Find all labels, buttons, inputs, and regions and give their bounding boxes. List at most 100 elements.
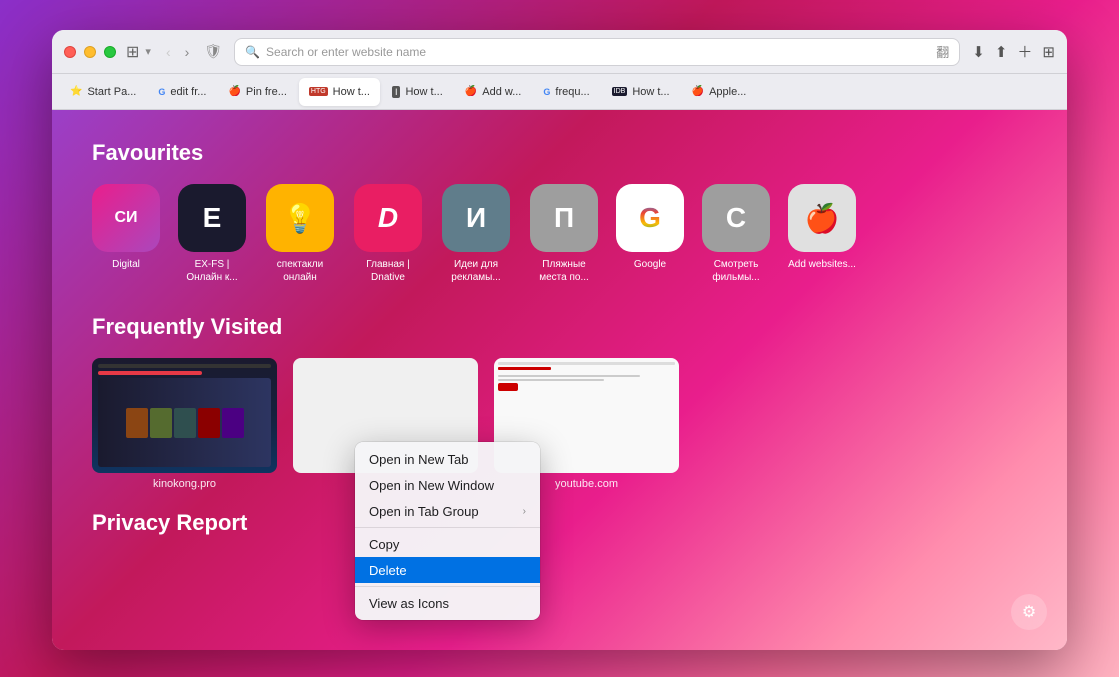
fav-label: Google — [634, 258, 666, 271]
tab-favicon: G — [543, 87, 550, 97]
frequently-section: Frequently Visited — [92, 314, 1027, 490]
fav-label: Add websites... — [788, 258, 856, 271]
fav-icon: 🍎 — [788, 184, 856, 252]
address-bar-placeholder: Search or enter website name — [266, 45, 930, 59]
search-icon: 🔍 — [245, 45, 260, 59]
menu-item-delete[interactable]: Delete — [355, 557, 540, 583]
download-icon[interactable]: ⬇ — [972, 43, 985, 61]
tab-favicon: 🍎 — [228, 86, 240, 97]
tab-label: Add w... — [482, 86, 521, 98]
menu-item-copy[interactable]: Copy — [355, 531, 540, 557]
tab-favicon: ⭐ — [70, 86, 82, 97]
fav-icon: D — [354, 184, 422, 252]
fav-label: Главная | Dnative — [352, 258, 424, 284]
browser-window: ⊞ ▾ ‹ › 🛡 🔍 Search or enter website name… — [52, 30, 1067, 650]
freq-domain-kinokong: kinokong.pro — [92, 478, 277, 490]
tab-label: How t... — [333, 86, 370, 98]
favourites-section: Favourites СИ Digital Е EX-FS | Онлайн к… — [92, 140, 1027, 284]
tab-how-2[interactable]: I How t... — [382, 78, 453, 106]
fav-item-digital[interactable]: СИ Digital — [92, 184, 160, 284]
tab-favicon: G — [158, 87, 165, 97]
privacy-report-section: Privacy Report — [92, 510, 1027, 536]
tab-label: How t... — [632, 86, 669, 98]
freq-thumbnail-kinokong — [92, 358, 277, 473]
tab-start-page[interactable]: ⭐ Start Pa... — [60, 78, 146, 106]
tab-favicon: 🍎 — [465, 86, 477, 97]
fav-label: Digital — [112, 258, 140, 271]
menu-item-label: Open in New Window — [369, 478, 494, 493]
fav-icon: И — [442, 184, 510, 252]
fav-item-smotret[interactable]: С Смотреть фильмы... — [700, 184, 772, 284]
fav-icon: С — [702, 184, 770, 252]
fav-icon: Е — [178, 184, 246, 252]
address-bar[interactable]: 🔍 Search or enter website name 翻 — [234, 38, 960, 66]
menu-item-label: Open in New Tab — [369, 452, 469, 467]
fav-item-idei[interactable]: И Идеи для рекламы... — [440, 184, 512, 284]
fav-label: Идеи для рекламы... — [440, 258, 512, 284]
share-icon[interactable]: ⬆ — [995, 43, 1008, 61]
shield-icon: 🛡 — [204, 43, 222, 60]
back-arrow-icon[interactable]: ‹ — [161, 42, 176, 62]
favourites-grid: СИ Digital Е EX-FS | Онлайн к... 💡 — [92, 184, 1027, 284]
fav-item-dnative[interactable]: D Главная | Dnative — [352, 184, 424, 284]
fav-item-plyazh[interactable]: П Пляжные места по... — [528, 184, 600, 284]
title-bar: ⊞ ▾ ‹ › 🛡 🔍 Search or enter website name… — [52, 30, 1067, 74]
menu-separator-2 — [355, 586, 540, 587]
grid-icon[interactable]: ⊞ — [1042, 43, 1055, 61]
menu-item-open-new-tab[interactable]: Open in New Tab — [355, 446, 540, 472]
menu-item-label: View as Icons — [369, 596, 449, 611]
tab-label: Pin fre... — [246, 86, 287, 98]
menu-item-open-tab-group[interactable]: Open in Tab Group › — [355, 498, 540, 524]
fav-item-spektakli[interactable]: 💡 спектакли онлайн — [264, 184, 336, 284]
fav-label: EX-FS | Онлайн к... — [176, 258, 248, 284]
fav-item-add[interactable]: 🍎 Add websites... — [788, 184, 856, 284]
tab-favicon: 🍎 — [692, 86, 704, 97]
fav-label: Пляжные места по... — [528, 258, 600, 284]
menu-item-open-new-window[interactable]: Open in New Window — [355, 472, 540, 498]
fav-icon: G — [616, 184, 684, 252]
context-menu: Open in New Tab Open in New Window Open … — [355, 442, 540, 620]
freq-item-kinokong[interactable]: kinokong.pro — [92, 358, 277, 490]
submenu-arrow-icon: › — [523, 506, 526, 517]
fav-icon: П — [530, 184, 598, 252]
tab-favicon: HTG — [309, 87, 328, 96]
tab-pin-fre[interactable]: 🍎 Pin fre... — [218, 78, 296, 106]
sliders-icon: ⚙ — [1022, 602, 1036, 622]
maximize-button[interactable] — [104, 46, 116, 58]
nav-arrows: ‹ › — [161, 42, 194, 62]
tab-label: How t... — [405, 86, 442, 98]
frequently-grid: kinokong.pro — [92, 358, 1027, 490]
frequently-title: Frequently Visited — [92, 314, 1027, 340]
tab-label: Start Pa... — [87, 86, 136, 98]
tab-label: Apple... — [709, 86, 746, 98]
tab-label: frequ... — [555, 86, 589, 98]
tab-bar: ⭐ Start Pa... G edit fr... 🍎 Pin fre... … — [52, 74, 1067, 110]
fav-item-google[interactable]: G Google — [616, 184, 684, 284]
tab-add-w[interactable]: 🍎 Add w... — [455, 78, 532, 106]
fav-item-exfs[interactable]: Е EX-FS | Онлайн к... — [176, 184, 248, 284]
menu-separator-1 — [355, 527, 540, 528]
tab-freq[interactable]: G frequ... — [533, 78, 599, 106]
new-tab-icon[interactable]: ＋ — [1017, 41, 1032, 62]
minimize-button[interactable] — [84, 46, 96, 58]
customize-button[interactable]: ⚙ — [1011, 594, 1047, 630]
content-area: Favourites СИ Digital Е EX-FS | Онлайн к… — [52, 110, 1067, 650]
traffic-lights — [64, 46, 116, 58]
menu-item-label: Open in Tab Group — [369, 504, 479, 519]
menu-item-label: Delete — [369, 563, 407, 578]
sidebar-toggle-icon[interactable]: ⊞ — [126, 42, 139, 62]
tab-edit-fr[interactable]: G edit fr... — [148, 78, 216, 106]
tab-how-t[interactable]: IDB How t... — [602, 78, 680, 106]
fav-label: Смотреть фильмы... — [700, 258, 772, 284]
fav-icon: 💡 — [266, 184, 334, 252]
tab-how-1[interactable]: HTG How t... — [299, 78, 380, 106]
tab-label: edit fr... — [170, 86, 206, 98]
tab-apple[interactable]: 🍎 Apple... — [682, 78, 757, 106]
menu-item-view-as-icons[interactable]: View as Icons — [355, 590, 540, 616]
translate-icon[interactable]: 翻 — [936, 42, 949, 61]
close-button[interactable] — [64, 46, 76, 58]
sidebar-chevron-icon[interactable]: ▾ — [145, 45, 151, 58]
tab-favicon: IDB — [612, 87, 628, 96]
forward-arrow-icon[interactable]: › — [180, 42, 195, 62]
privacy-report-title: Privacy Report — [92, 510, 1027, 536]
